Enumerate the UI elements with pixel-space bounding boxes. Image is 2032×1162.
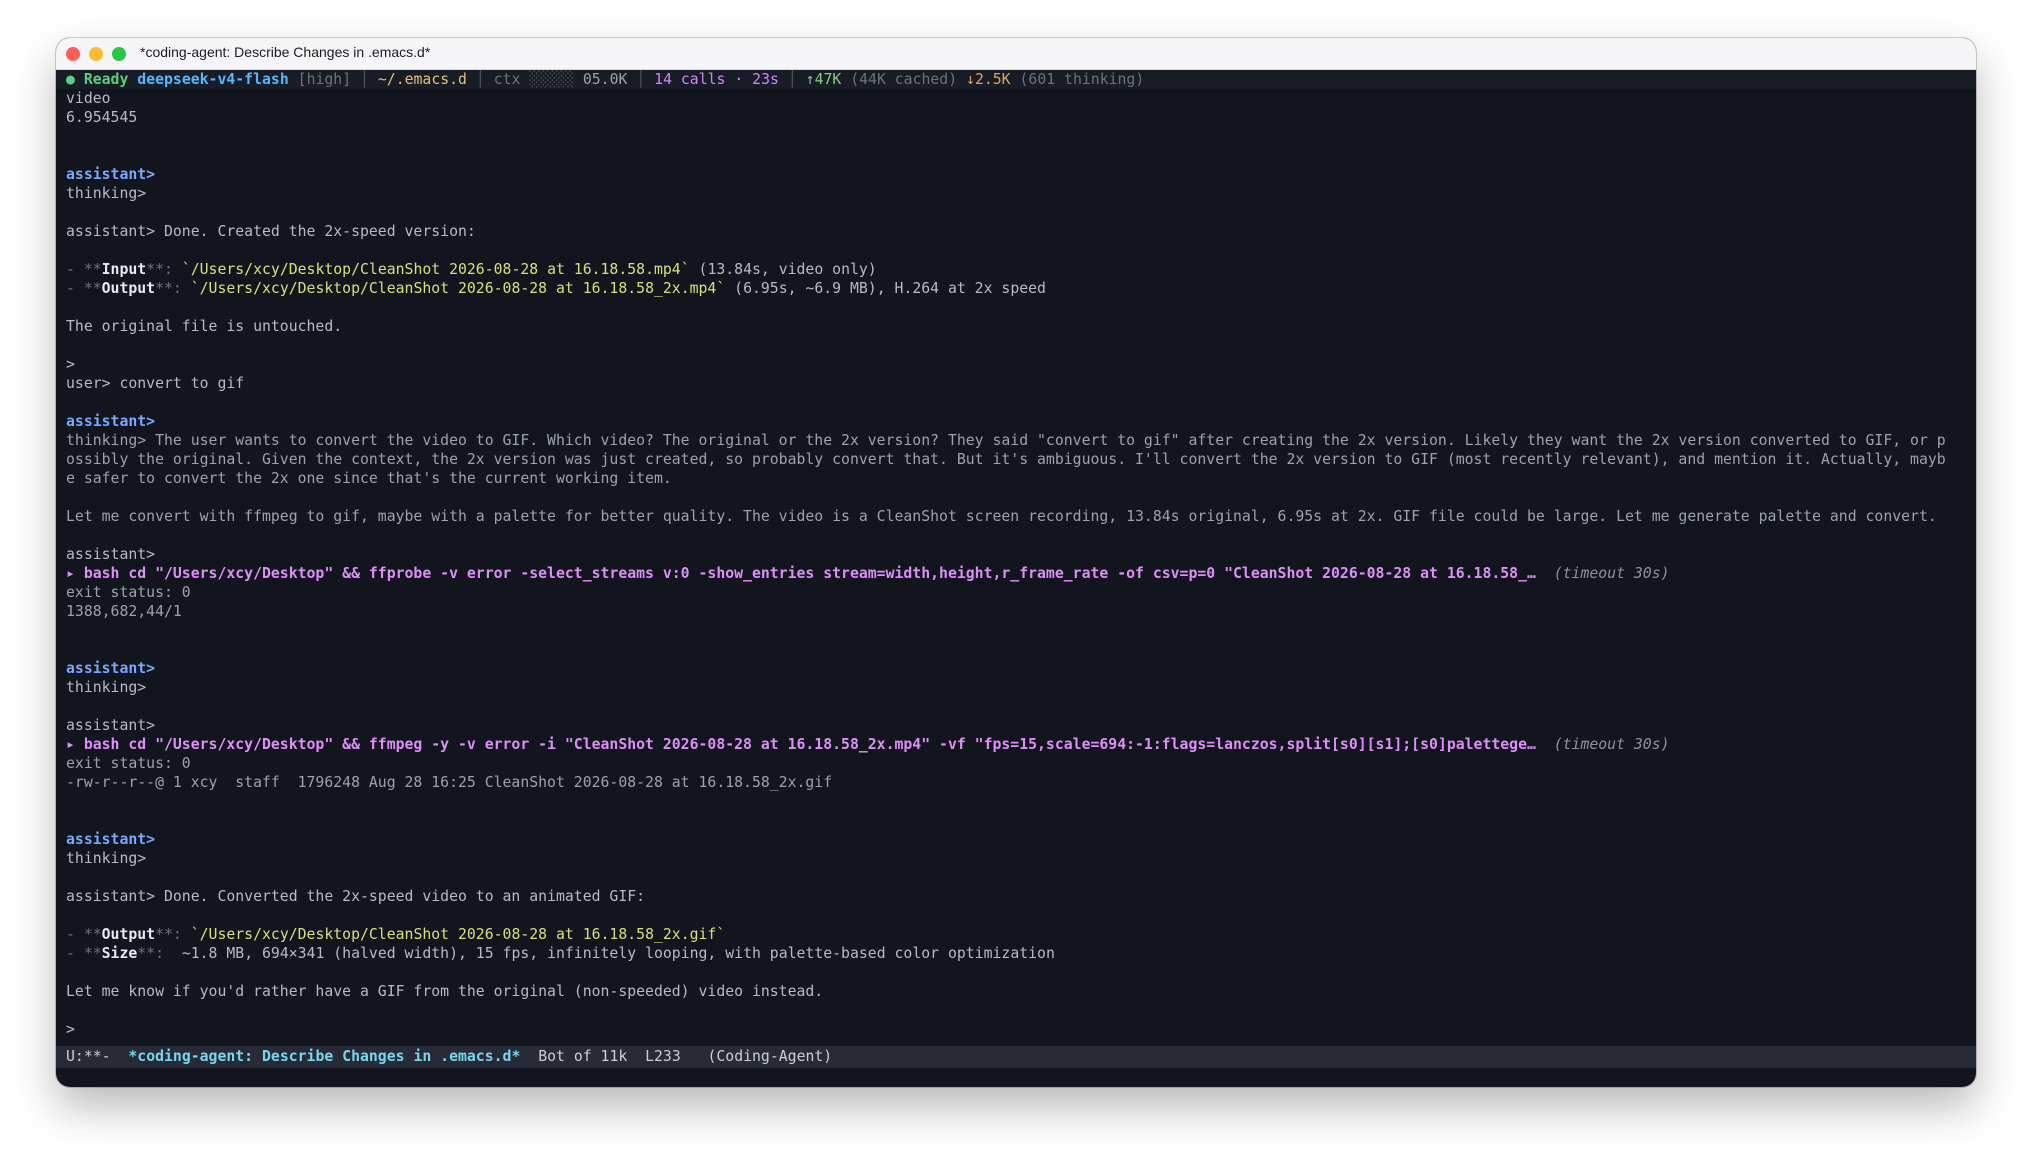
close-window-button[interactable] bbox=[66, 47, 80, 61]
list-item: - **Output**: `/Users/xcy/Desktop/CleanS… bbox=[66, 926, 726, 943]
tokens-down: ↓2.5K bbox=[966, 71, 1011, 88]
assistant-message: Let me know if you'd rather have a GIF f… bbox=[66, 983, 824, 1000]
user-message: user> convert to gif bbox=[66, 375, 245, 392]
tokens-up: ↑47K bbox=[805, 71, 842, 88]
effort-level: [high] bbox=[297, 71, 352, 88]
assistant-label: assistant> bbox=[66, 660, 156, 677]
assistant-message: assistant> Done. Created the 2x-speed ve… bbox=[66, 223, 476, 240]
mode-line: U:**- *coding-agent: Describe Changes in… bbox=[56, 1046, 1976, 1068]
bash-command[interactable]: ▸ bash cd "/Users/xcy/Desktop" && ffmpeg… bbox=[66, 736, 1536, 753]
input-prompt[interactable]: > bbox=[66, 1020, 1970, 1039]
gif-output-path[interactable]: `/Users/xcy/Desktop/CleanShot 2026-08-28… bbox=[191, 926, 726, 943]
assistant-label: assistant> bbox=[66, 546, 156, 563]
output-path[interactable]: `/Users/xcy/Desktop/CleanShot 2026-08-28… bbox=[191, 280, 726, 297]
conversation-buffer[interactable]: video 6.954545 assistant> thinking> assi… bbox=[66, 89, 1970, 1039]
assistant-message: assistant> Done. Converted the 2x-speed … bbox=[66, 888, 646, 905]
list-item: - **Size**: ~1.8 MB, 694×341 (halved wid… bbox=[66, 945, 1055, 962]
assistant-label: assistant> bbox=[66, 413, 156, 430]
thinking-label: thinking> bbox=[66, 185, 147, 202]
status-ready: ● Ready bbox=[66, 71, 129, 88]
exit-status: exit status: 0 bbox=[66, 755, 191, 772]
output-line: 6.954545 bbox=[66, 109, 138, 126]
buffer-name[interactable]: *coding-agent: Describe Changes in .emac… bbox=[128, 1048, 520, 1065]
list-item: - **Input**: `/Users/xcy/Desktop/CleanSh… bbox=[66, 261, 877, 278]
working-directory: ~/.emacs.d bbox=[377, 71, 467, 88]
major-mode[interactable]: (Coding-Agent) bbox=[707, 1048, 832, 1065]
buffer-state: U:**- bbox=[66, 1048, 111, 1065]
agent-status-header: ● Ready deepseek-v4-flash [high] │ ~/.em… bbox=[56, 70, 1976, 89]
emacs-window: *coding-agent: Describe Changes in .emac… bbox=[56, 38, 1976, 1087]
assistant-label: assistant> bbox=[66, 831, 156, 848]
timeout-note: (timeout 30s) bbox=[1535, 565, 1670, 582]
thinking-label: thinking> bbox=[66, 679, 147, 696]
input-path[interactable]: `/Users/xcy/Desktop/CleanShot 2026-08-28… bbox=[182, 261, 690, 278]
tool-output: 1388,682,44/1 bbox=[66, 603, 182, 620]
call-count: 14 calls · 23s bbox=[654, 71, 779, 88]
line-number: L233 bbox=[645, 1048, 681, 1065]
exit-status: exit status: 0 bbox=[66, 584, 191, 601]
thinking-text: e safer to convert the 2x one since that… bbox=[66, 470, 672, 487]
output-line: video bbox=[66, 90, 111, 107]
tokens-cached: (44K cached) bbox=[850, 71, 958, 88]
assistant-label: assistant> bbox=[66, 166, 156, 183]
ctx-value: 05.0K bbox=[582, 71, 628, 88]
tool-call: ▸ bash cd "/Users/xcy/Desktop" && ffprob… bbox=[66, 564, 1970, 583]
title-bar: *coding-agent: Describe Changes in .emac… bbox=[56, 38, 1976, 70]
thinking-text: thinking> The user wants to convert the … bbox=[66, 432, 1946, 449]
minimize-window-button[interactable] bbox=[89, 47, 103, 61]
thinking-text: Let me convert with ffmpeg to gif, maybe… bbox=[66, 508, 1937, 525]
assistant-label: assistant> bbox=[66, 717, 156, 734]
tool-call: ▸ bash cd "/Users/xcy/Desktop" && ffmpeg… bbox=[66, 735, 1970, 754]
list-item: - **Output**: `/Users/xcy/Desktop/CleanS… bbox=[66, 280, 1046, 297]
thinking-text: ossibly the original. Given the context,… bbox=[66, 451, 1946, 468]
thinking-label: thinking> bbox=[66, 850, 147, 867]
tool-output: -rw-r--r--@ 1 xcy staff 1796248 Aug 28 1… bbox=[66, 774, 833, 791]
window-title: *coding-agent: Describe Changes in .emac… bbox=[140, 44, 431, 60]
buffer-position: Bot of 11k bbox=[538, 1048, 628, 1065]
model-name: deepseek-v4-flash bbox=[137, 71, 289, 88]
ctx-label: ctx bbox=[493, 71, 521, 88]
tokens-thinking: (601 thinking) bbox=[1019, 71, 1145, 88]
assistant-message: The original file is untouched. bbox=[66, 318, 343, 335]
bash-command[interactable]: ▸ bash cd "/Users/xcy/Desktop" && ffprob… bbox=[66, 565, 1536, 582]
timeout-note: (timeout 30s) bbox=[1535, 736, 1670, 753]
zoom-window-button[interactable] bbox=[112, 47, 126, 61]
prompt-marker: > bbox=[66, 356, 75, 373]
